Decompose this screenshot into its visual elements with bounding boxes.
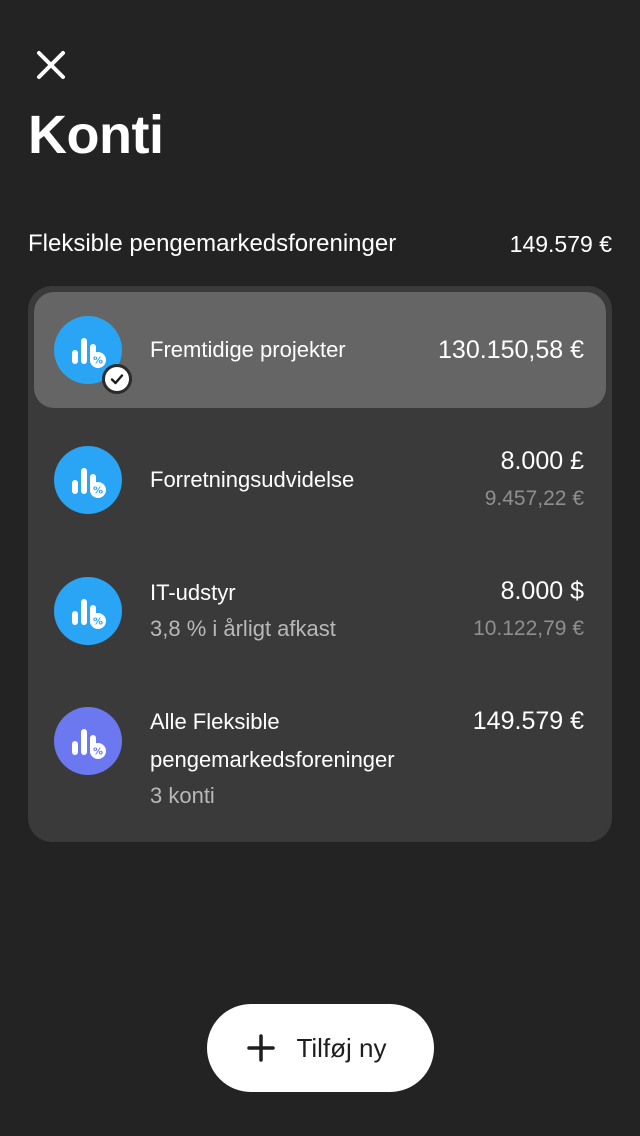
- account-subtitle: 3,8 % i årligt afkast: [150, 616, 336, 641]
- account-avatar: %: [54, 446, 122, 514]
- account-amount-converted: 10.122,79 €: [473, 617, 584, 640]
- account-amount-converted: 9.457,22 €: [484, 487, 584, 510]
- svg-text:%: %: [93, 356, 103, 367]
- check-icon: [110, 374, 124, 385]
- account-amount: 149.579 €: [472, 707, 584, 735]
- svg-text:%: %: [93, 617, 103, 628]
- section-label: Fleksible pengemarkedsforeninger: [28, 230, 397, 257]
- money-market-fund-icon: %: [72, 599, 106, 629]
- account-name-line-1: Alle Fleksible: [150, 709, 280, 734]
- plus-icon: [247, 1034, 276, 1062]
- account-name-line-2: pengemarkedsforeninger: [150, 747, 395, 772]
- close-button[interactable]: [30, 44, 72, 86]
- account-amount: 8.000 $: [500, 577, 584, 605]
- svg-text:%: %: [93, 747, 103, 758]
- account-avatar: %: [54, 707, 122, 775]
- section-header: Fleksible pengemarkedsforeninger 149.579…: [28, 224, 612, 264]
- money-market-fund-icon: %: [72, 729, 106, 759]
- money-market-fund-icon: %: [72, 338, 106, 368]
- account-amount: 8.000 £: [500, 447, 584, 475]
- selected-check-badge: [102, 364, 132, 394]
- add-new-label: Tilføj ny: [296, 1032, 387, 1063]
- page-title: Konti: [28, 105, 164, 165]
- account-row-forretningsudvidelse[interactable]: % Forretningsudvidelse 8.000 £ 9.457,22 …: [34, 414, 606, 538]
- svg-text:%: %: [93, 486, 103, 497]
- close-icon: [37, 51, 65, 79]
- account-amount: 130.150,58 €: [438, 336, 584, 364]
- accounts-list: % Fremtidige projekter 130.150,58 € % Fo…: [28, 286, 612, 842]
- add-new-button[interactable]: Tilføj ny: [207, 1004, 434, 1092]
- account-avatar: %: [54, 577, 122, 645]
- account-row-it-udstyr[interactable]: % IT-udstyr 3,8 % i årligt afkast 8.000 …: [34, 544, 606, 668]
- account-avatar: %: [54, 316, 132, 394]
- account-name: IT-udstyr: [150, 580, 236, 605]
- account-subtitle: 3 konti: [150, 783, 215, 808]
- money-market-fund-icon: %: [72, 468, 106, 498]
- account-name: Forretningsudvidelse: [150, 467, 355, 492]
- account-row-fremtidige-projekter[interactable]: % Fremtidige projekter 130.150,58 €: [34, 292, 606, 408]
- section-total: 149.579 €: [509, 230, 612, 257]
- account-row-all[interactable]: % Alle Fleksible pengemarkedsforeninger …: [34, 674, 606, 824]
- account-name: Fremtidige projekter: [150, 337, 346, 362]
